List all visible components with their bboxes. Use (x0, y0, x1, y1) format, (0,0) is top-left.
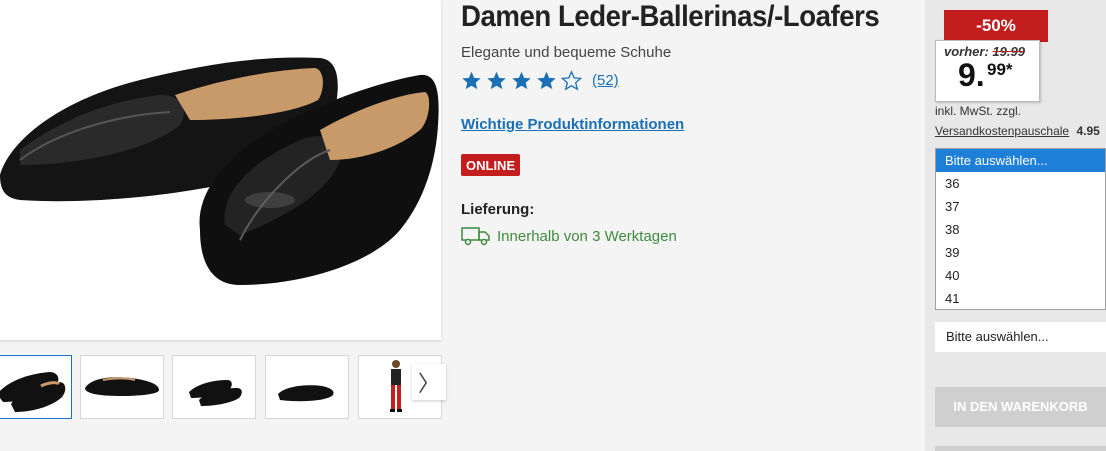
size-option[interactable]: 41 (936, 287, 1105, 310)
price-whole: 9. (958, 57, 985, 93)
star-filled-icon (462, 71, 481, 90)
thumbnail-next-button[interactable]: 〉 (412, 364, 446, 400)
online-badge: ONLINE (461, 154, 521, 176)
truck-icon (461, 227, 490, 246)
was-price: 19.99 (992, 44, 1025, 59)
size-select[interactable]: Bitte auswählen... (935, 322, 1106, 352)
thumbnail-2[interactable] (80, 355, 164, 419)
size-dropdown-list[interactable]: Bitte auswählen... 36 37 38 39 40 41 (935, 148, 1106, 310)
thumbnail-3[interactable] (172, 355, 256, 419)
delivery-label: Lieferung: (461, 201, 535, 218)
thumbnail-4[interactable] (265, 355, 349, 419)
size-option[interactable]: 38 (936, 218, 1105, 241)
shoe-thumbnail-image (0, 372, 66, 412)
shoe-thumbnail-image (85, 377, 159, 396)
product-subtitle: Elegante und bequeme Schuhe (461, 44, 672, 61)
chevron-right-icon: 〉 (417, 371, 440, 396)
size-option[interactable]: 40 (936, 264, 1105, 287)
shipping-link[interactable]: Versandkostenpauschale (935, 124, 1069, 138)
size-option[interactable]: 37 (936, 195, 1105, 218)
delivery-text: Innerhalb von 3 Werktagen (497, 227, 677, 245)
product-rating[interactable]: (52) (461, 70, 619, 91)
star-filled-icon (487, 71, 506, 90)
size-option[interactable]: 39 (936, 241, 1105, 264)
secondary-button[interactable] (935, 446, 1106, 451)
shipping-row: Versandkostenpauschale 4.95 (935, 124, 1100, 138)
price-cents: 99* (987, 60, 1013, 79)
price-box: vorher: 19.99 9. 99* (935, 40, 1040, 102)
star-filled-icon (537, 71, 556, 90)
rating-count-link[interactable]: (52) (592, 72, 619, 89)
product-title: Damen Leder-Ballerinas/-Loafers (461, 0, 880, 33)
star-filled-icon (512, 71, 531, 90)
vat-text: inkl. MwSt. zzgl. (935, 104, 1022, 118)
product-main-image[interactable] (0, 0, 441, 340)
size-option[interactable]: Bitte auswählen... (936, 149, 1105, 172)
shoe-image (0, 57, 439, 286)
add-to-cart-button[interactable]: IN DEN WARENKORB (935, 387, 1106, 427)
shipping-cost: 4.95 (1076, 124, 1100, 138)
star-empty-icon (561, 70, 582, 91)
product-info-link[interactable]: Wichtige Produktinformationen (461, 116, 684, 133)
thumbnail-1[interactable] (0, 355, 72, 419)
shoe-thumbnail-image (278, 385, 334, 402)
size-option[interactable]: 36 (936, 172, 1105, 195)
discount-badge: -50% (944, 10, 1048, 42)
shoe-thumbnail-image (189, 380, 242, 406)
delivery-info: Innerhalb von 3 Werktagen (461, 226, 677, 246)
